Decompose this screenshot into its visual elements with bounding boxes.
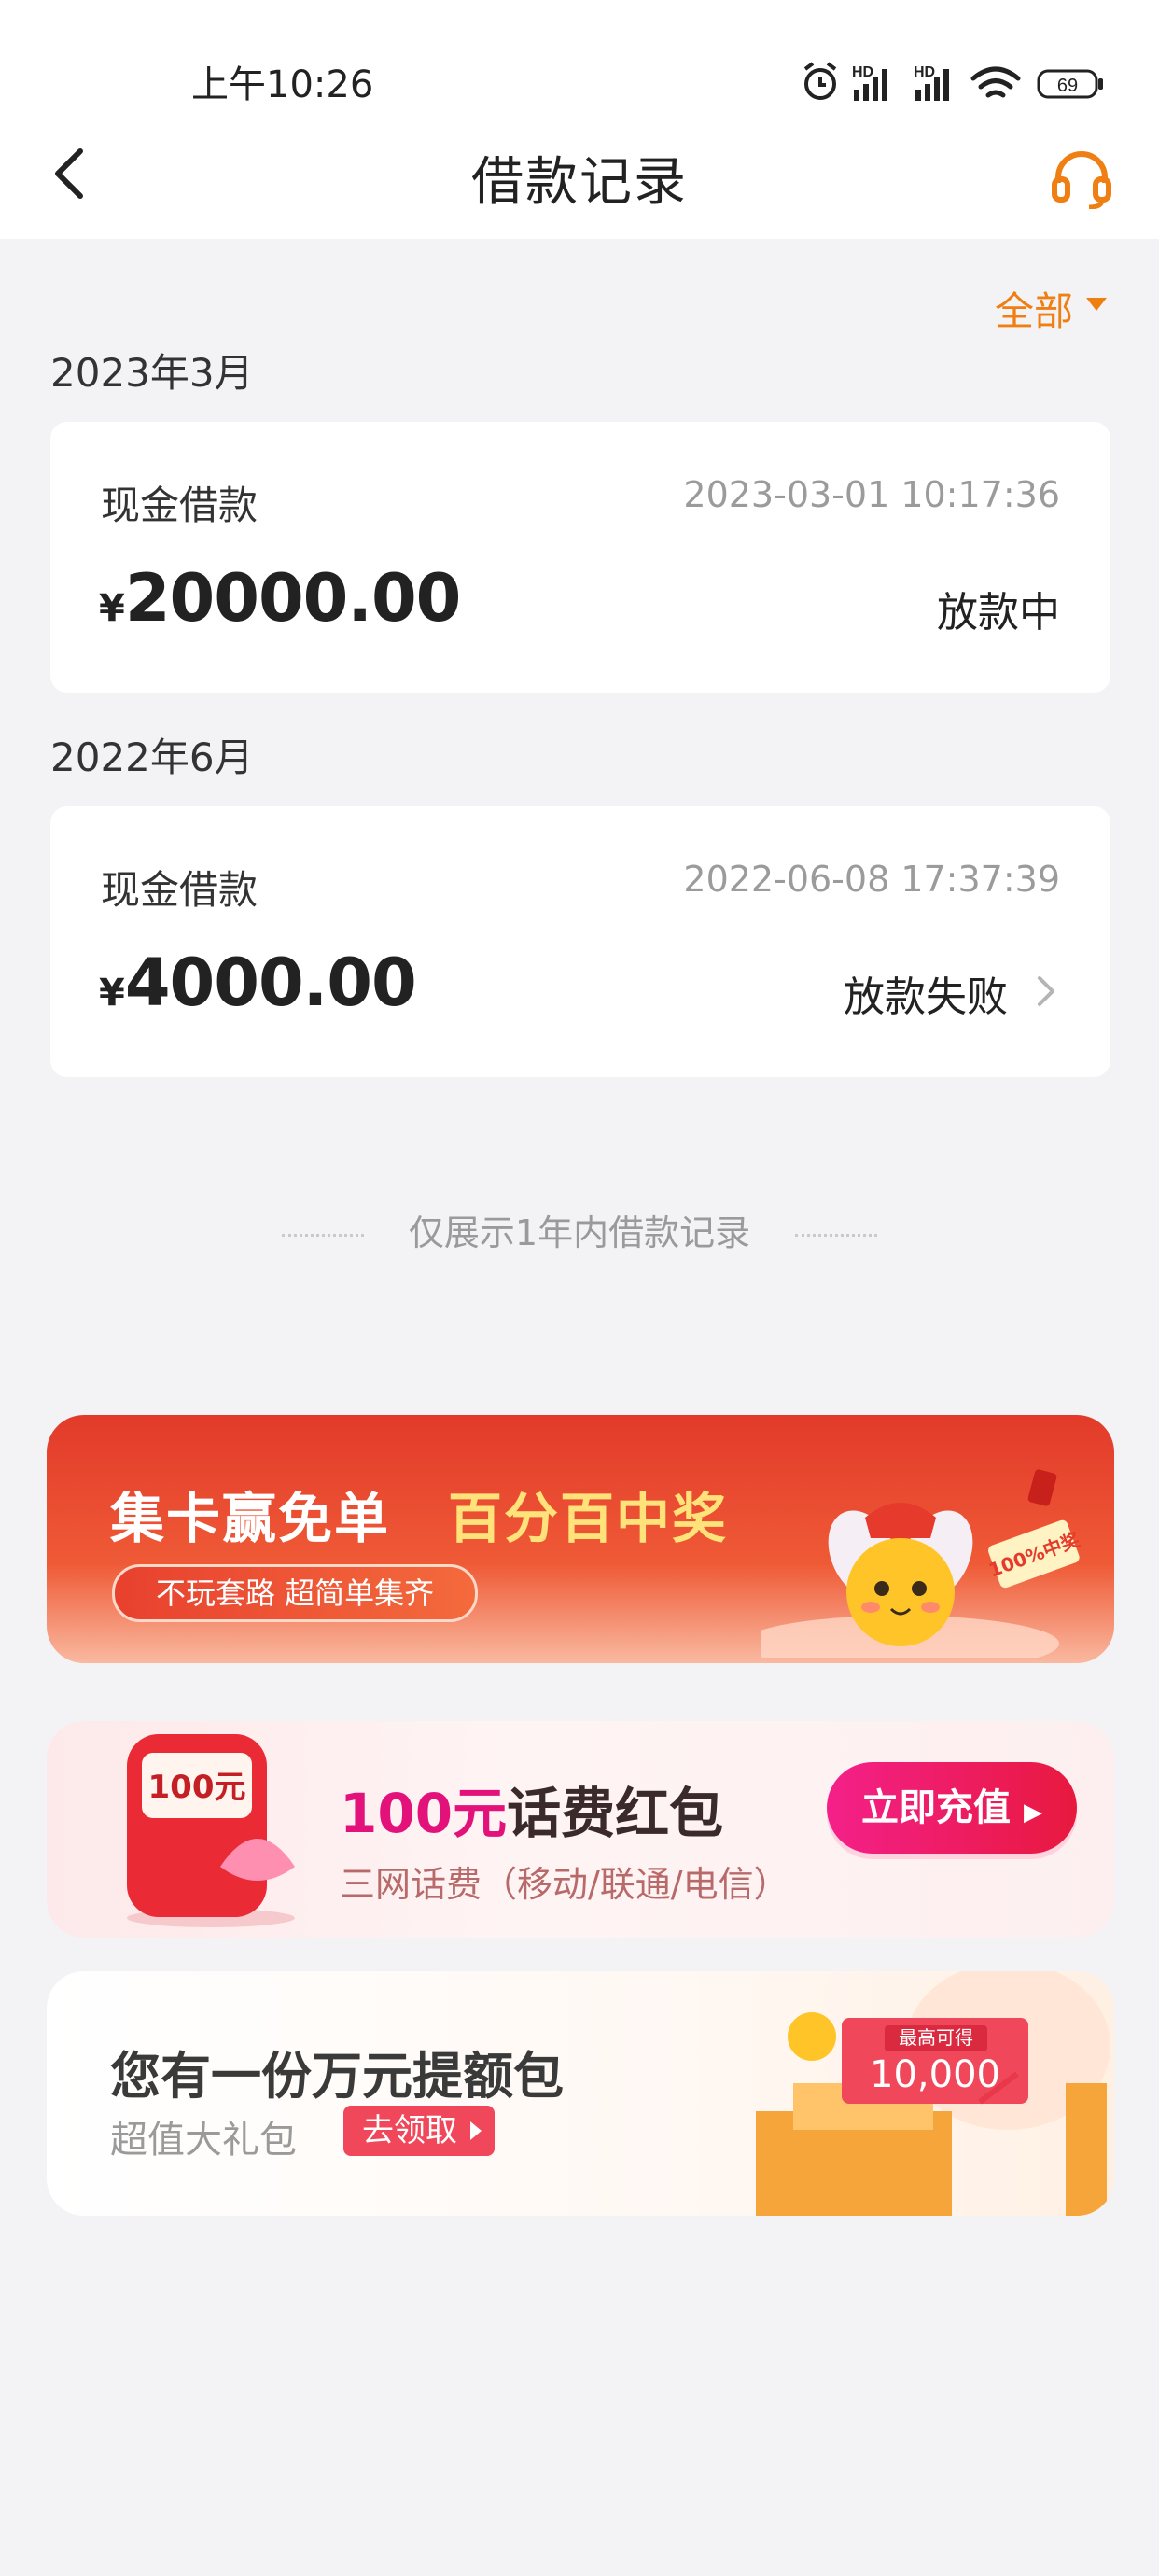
banner-subtitle: 超值大礼包 [110, 2119, 297, 2162]
title-highlight: 100元 [340, 1782, 508, 1845]
red-packet-icon: 100元 [127, 1734, 295, 1927]
svg-text:HD: HD [914, 64, 935, 80]
loan-kind: 现金借款 [101, 867, 258, 913]
svg-text:69: 69 [1057, 76, 1078, 96]
ticket-top: 最高可得 [899, 2026, 973, 2049]
pack-label: 100元 [148, 1769, 246, 1806]
loan-status: 放款失败 [844, 973, 1008, 1021]
month-header: 2022年6月 [50, 735, 254, 780]
banner-pill: 不玩套路 超简单集齐 [112, 1564, 479, 1622]
loan-record-card[interactable]: 现金借款 2022-06-08 17:37:39 ¥4000.00 放款失败 [50, 806, 1110, 1077]
loan-time: 2022-06-08 17:37:39 [683, 859, 1060, 900]
loan-amount: ¥20000.00 [99, 560, 462, 637]
signal-icon: HD [914, 64, 949, 101]
filter-label: 全部 [994, 288, 1073, 334]
month-header: 2023年3月 [50, 350, 254, 396]
record-range-note: 仅展示1年内借款记录 [0, 1204, 1159, 1255]
loan-kind: 现金借款 [101, 483, 258, 528]
banner-title: 您有一份万元提额包 [110, 2047, 564, 2106]
battery-icon: 69 [1037, 69, 1103, 99]
phone-bill-banner[interactable]: 100元 100元话费红包 三网话费（移动/联通/电信） 立即充值 ▶ [47, 1721, 1114, 1938]
banner-subtitle: 三网话费（移动/联通/电信） [340, 1864, 789, 1905]
ticket-amount: 10,000 [870, 2053, 1000, 2096]
status-icons: HD HD 69 [803, 62, 1103, 101]
play-arrow-icon [470, 2121, 482, 2140]
card-collect-banner[interactable]: 集卡赢免单 百分百中奖 不玩套路 超简单集齐 100%中奖 [47, 1415, 1114, 1663]
page-title: 借款记录 [471, 152, 688, 213]
currency-symbol: ¥ [99, 972, 125, 1015]
title-rest: 话费红包 [507, 1782, 724, 1845]
wifi-icon [970, 66, 1021, 98]
recharge-button[interactable]: 立即充值 ▶ [827, 1762, 1077, 1854]
headset-icon[interactable] [1049, 147, 1114, 209]
loan-amount: ¥4000.00 [99, 945, 417, 1021]
play-arrow-icon: ▶ [1023, 1799, 1042, 1827]
amount-value: 20000.00 [124, 560, 462, 637]
credit-pack-banner[interactable]: 您有一份万元提额包 超值大礼包 去领取 最高可得 10,000 [47, 1971, 1114, 2216]
signal-icon: HD [852, 64, 887, 101]
credit-pack-illustration: 最高可得 10,000 [756, 1971, 1110, 2216]
banner-title: 100元话费红包 [340, 1770, 723, 1848]
alarm-icon [803, 62, 837, 100]
banner-title: 集卡赢免单 [110, 1487, 391, 1550]
status-time: 上午10:26 [191, 63, 374, 106]
loan-record-card[interactable]: 现金借款 2023-03-01 10:17:36 ¥20000.00 放款中 [50, 422, 1110, 693]
mascot-illustration: 100%中奖 [761, 1469, 1083, 1658]
svg-text:HD: HD [852, 64, 873, 80]
divider [795, 1234, 878, 1237]
chevron-right-icon [1038, 976, 1054, 1006]
recharge-button-label: 立即充值 [861, 1786, 1012, 1829]
loan-time: 2023-03-01 10:17:36 [683, 474, 1060, 515]
filter-dropdown[interactable]: 全部 [995, 280, 1107, 337]
claim-button[interactable]: 去领取 [343, 2106, 495, 2156]
caret-down-icon [1086, 297, 1107, 311]
currency-symbol: ¥ [99, 587, 125, 630]
note-text: 仅展示1年内借款记录 [408, 1212, 751, 1253]
amount-value: 4000.00 [124, 945, 417, 1021]
claim-button-label: 去领取 [362, 2112, 457, 2149]
loan-status: 放款中 [937, 589, 1060, 637]
banner-title-highlight: 百分百中奖 [448, 1487, 729, 1550]
divider [281, 1234, 364, 1237]
